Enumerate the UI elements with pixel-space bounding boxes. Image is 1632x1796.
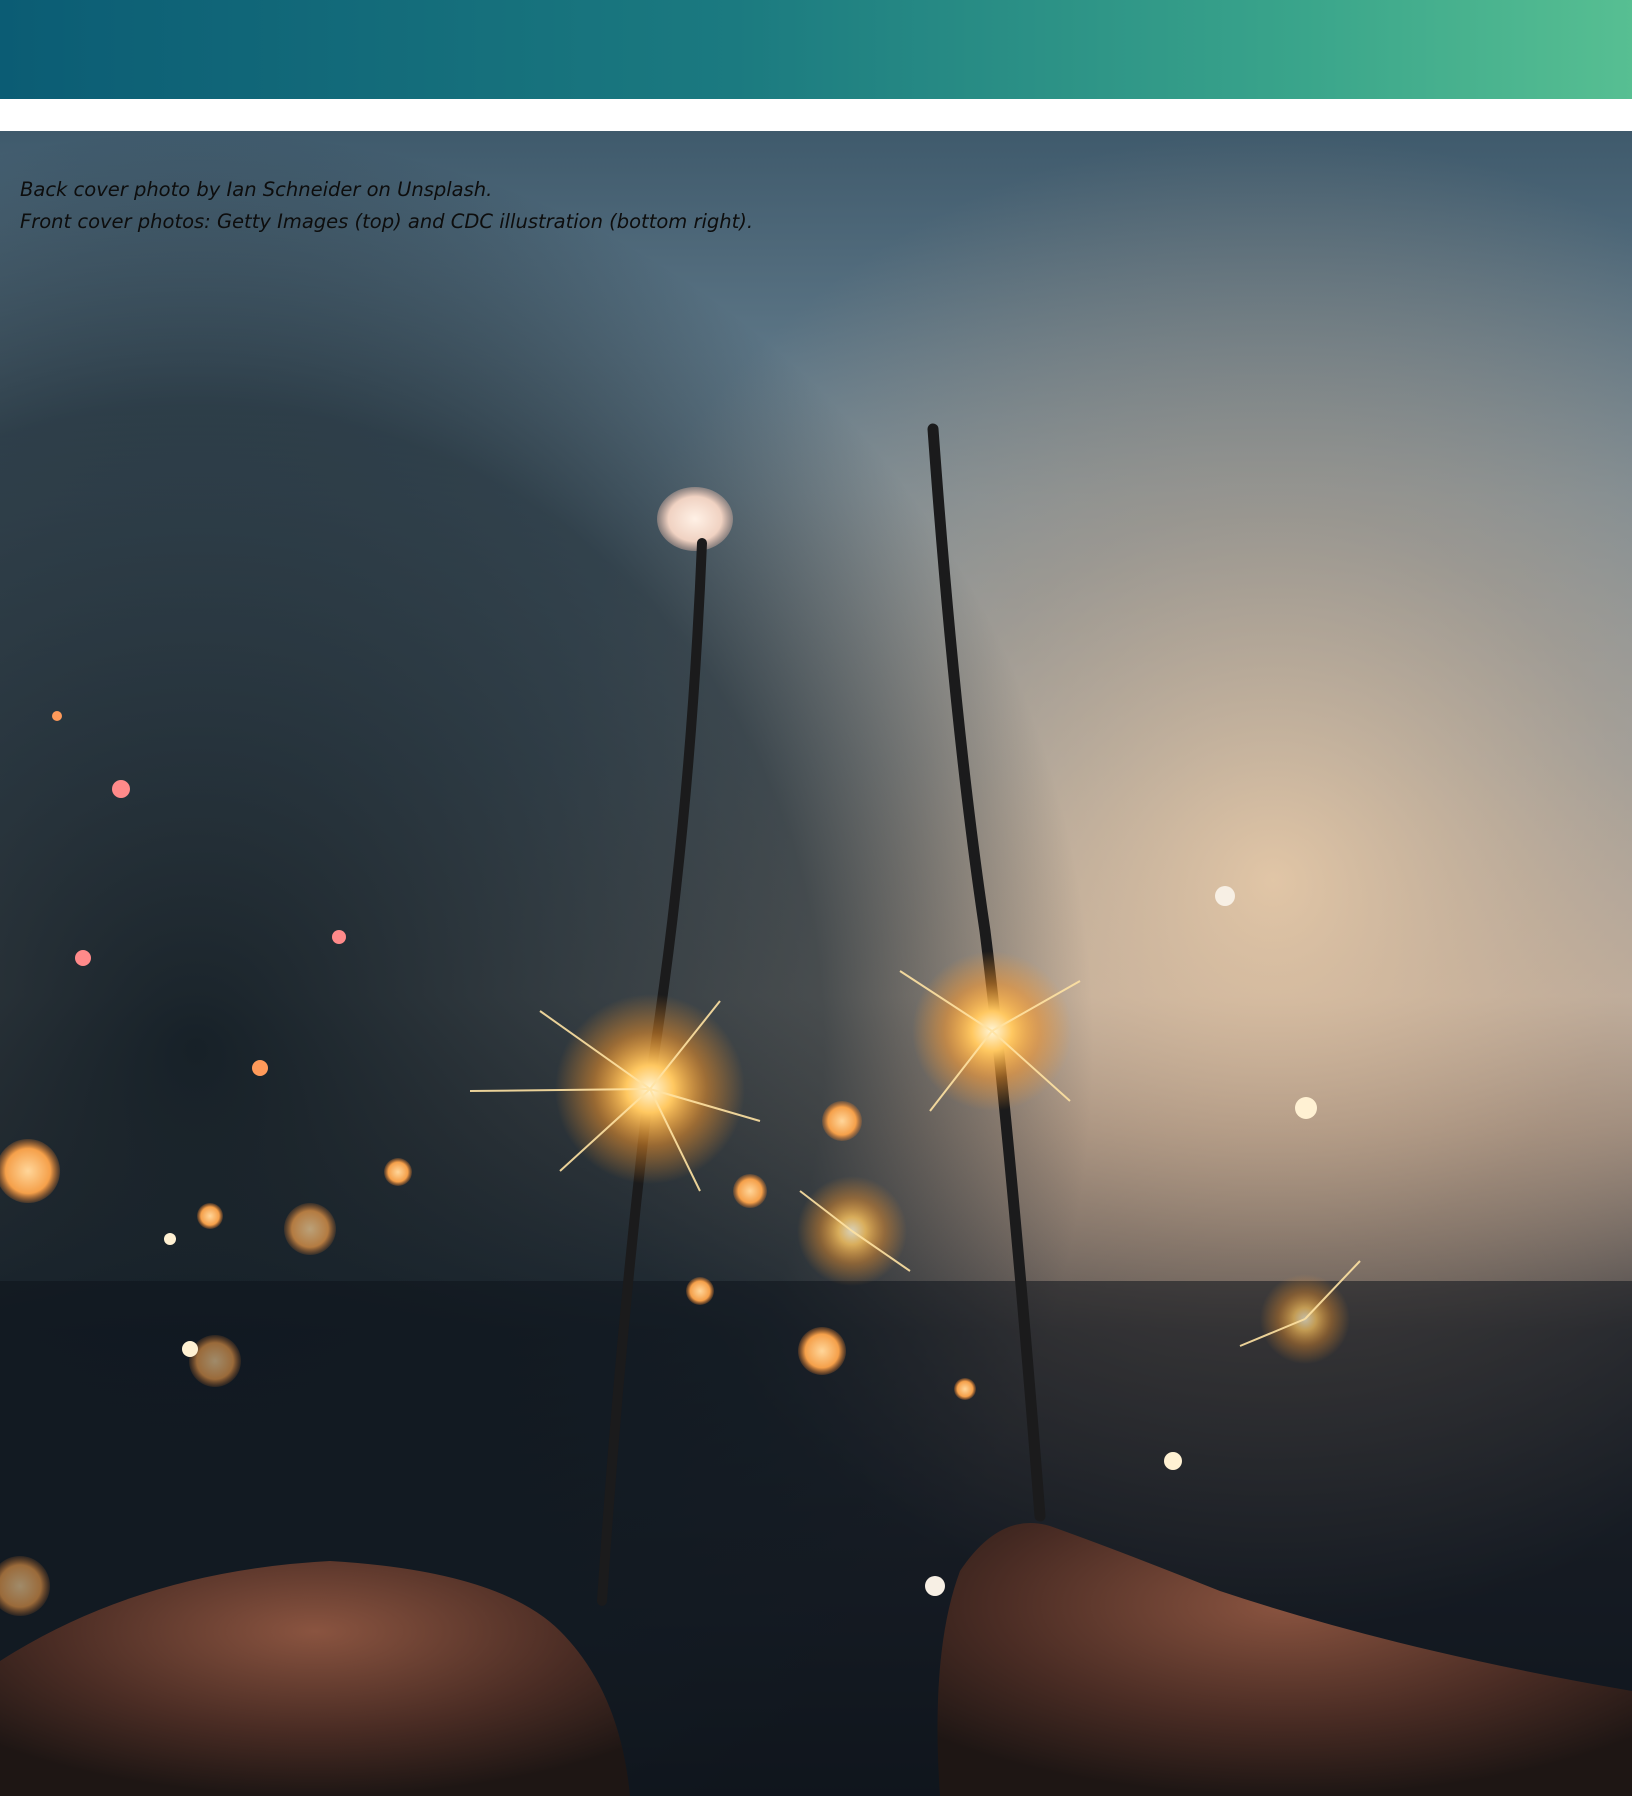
sparklers-photo xyxy=(0,131,1632,1796)
header-gradient-band xyxy=(0,0,1632,99)
front-cover-credit: Front cover photos: Getty Images (top) a… xyxy=(20,210,754,233)
back-cover-credit: Back cover photo by Ian Schneider on Uns… xyxy=(20,178,493,201)
back-cover-page: Back cover photo by Ian Schneider on Uns… xyxy=(0,0,1632,1796)
photo-credits: Back cover photo by Ian Schneider on Uns… xyxy=(20,174,753,238)
